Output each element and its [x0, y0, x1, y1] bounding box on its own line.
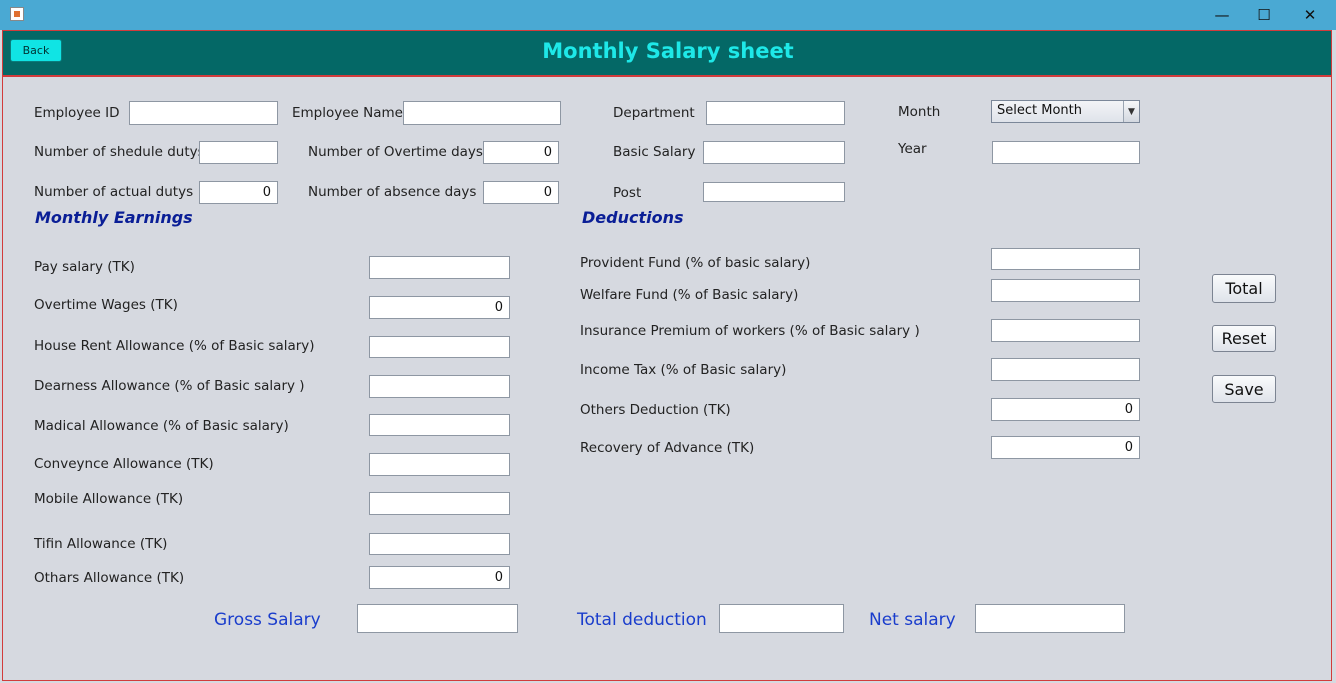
overtime-days-label: Number of Overtime days [308, 144, 483, 160]
employee-name-field[interactable] [403, 101, 561, 125]
provident-fund-label: Provident Fund (% of basic salary) [580, 255, 811, 271]
basic-salary-label: Basic Salary [613, 144, 696, 160]
conveyance-allowance-label: Conveynce Allowance (TK) [34, 456, 214, 472]
others-allowance-label: Othars Allowance (TK) [34, 570, 185, 586]
year-field[interactable] [992, 141, 1140, 164]
save-button[interactable]: Save [1212, 375, 1276, 403]
minimize-icon[interactable]: — [1199, 0, 1245, 30]
employee-name-label: Employee Name [292, 105, 403, 121]
monthly-earnings-title: Monthly Earnings [35, 208, 193, 227]
employee-id-label: Employee ID [34, 105, 120, 121]
actual-duties-label: Number of actual dutys [34, 184, 194, 200]
gross-salary-field[interactable] [357, 604, 518, 633]
absence-days-label: Number of absence days [308, 184, 477, 200]
pay-salary-field[interactable] [369, 256, 510, 279]
dearness-allowance-field[interactable] [369, 375, 510, 398]
others-allowance-field[interactable]: 0 [369, 566, 510, 589]
actual-duties-field[interactable]: 0 [199, 181, 278, 204]
mobile-allowance-field[interactable] [369, 492, 510, 515]
dearness-allowance-label: Dearness Allowance (% of Basic salary ) [34, 378, 305, 394]
employee-id-field[interactable] [129, 101, 278, 125]
content-frame [2, 30, 1332, 681]
tifin-allowance-label: Tifin Allowance (TK) [34, 536, 168, 552]
department-field[interactable] [706, 101, 845, 125]
overtime-wages-label: Overtime Wages (TK) [34, 297, 178, 313]
welfare-fund-label: Welfare Fund (% of Basic salary) [580, 287, 799, 303]
recovery-advance-field[interactable]: 0 [991, 436, 1140, 459]
chevron-down-icon[interactable]: ▼ [1123, 101, 1139, 122]
recovery-advance-label: Recovery of Advance (TK) [580, 440, 755, 456]
total-deduction-label: Total deduction [577, 610, 707, 630]
month-select-value: Select Month [997, 103, 1082, 118]
schedule-duties-label: Number of shedule dutys [34, 144, 205, 160]
window-titlebar [0, 0, 1336, 30]
month-select[interactable]: Select Month ▼ [991, 100, 1140, 123]
reset-button[interactable]: Reset [1212, 325, 1276, 352]
post-field[interactable] [703, 182, 845, 202]
house-rent-field[interactable] [369, 336, 510, 358]
page-title: Monthly Salary sheet [542, 39, 794, 63]
conveyance-allowance-field[interactable] [369, 453, 510, 476]
total-button[interactable]: Total [1212, 274, 1276, 303]
income-tax-field[interactable] [991, 358, 1140, 381]
pay-salary-label: Pay salary (TK) [34, 259, 135, 275]
overtime-wages-field[interactable]: 0 [369, 296, 510, 319]
schedule-duties-field[interactable] [199, 141, 278, 164]
maximize-icon[interactable]: ☐ [1241, 0, 1287, 30]
tifin-allowance-field[interactable] [369, 533, 510, 555]
absence-days-field[interactable]: 0 [483, 181, 559, 204]
basic-salary-field[interactable] [703, 141, 845, 164]
year-label: Year [898, 141, 927, 157]
deductions-title: Deductions [582, 208, 684, 227]
net-salary-field[interactable] [975, 604, 1125, 633]
post-label: Post [613, 185, 642, 201]
others-deduction-label: Others Deduction (TK) [580, 402, 731, 418]
medical-allowance-label: Madical Allowance (% of Basic salary) [34, 418, 289, 434]
department-label: Department [613, 105, 695, 121]
total-deduction-field[interactable] [719, 604, 844, 633]
income-tax-label: Income Tax (% of Basic salary) [580, 362, 787, 378]
house-rent-label: House Rent Allowance (% of Basic salary) [34, 338, 315, 354]
mobile-allowance-label: Mobile Allowance (TK) [34, 491, 184, 507]
welfare-fund-field[interactable] [991, 279, 1140, 302]
provident-fund-field[interactable] [991, 248, 1140, 270]
net-salary-label: Net salary [869, 610, 956, 630]
gross-salary-label: Gross Salary [214, 610, 321, 630]
medical-allowance-field[interactable] [369, 414, 510, 436]
insurance-premium-label: Insurance Premium of workers (% of Basic… [580, 323, 920, 339]
overtime-days-field[interactable]: 0 [483, 141, 559, 164]
close-icon[interactable]: ✕ [1287, 0, 1333, 30]
others-deduction-field[interactable]: 0 [991, 398, 1140, 421]
month-label: Month [898, 104, 941, 120]
java-app-icon [10, 7, 24, 21]
insurance-premium-field[interactable] [991, 319, 1140, 342]
